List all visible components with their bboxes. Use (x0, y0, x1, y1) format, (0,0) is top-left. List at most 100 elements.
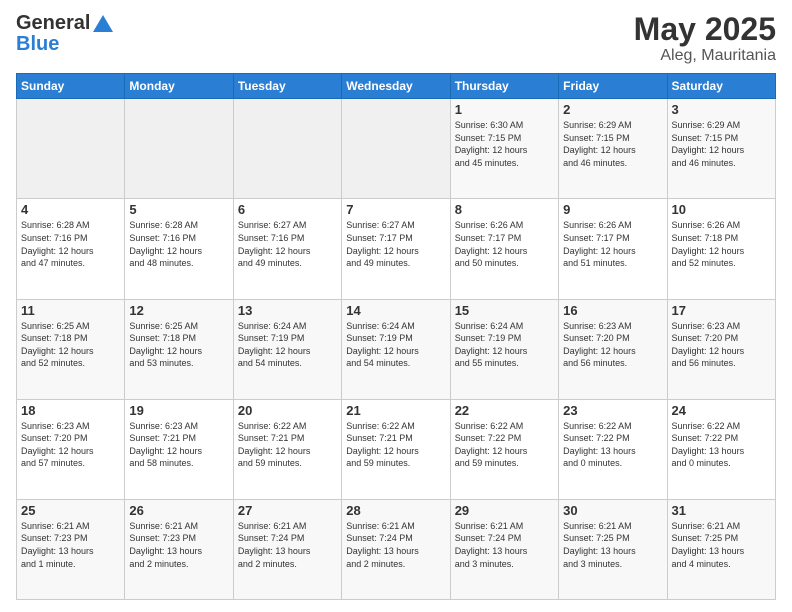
day-info: Sunrise: 6:29 AM Sunset: 7:15 PM Dayligh… (672, 119, 771, 169)
calendar-cell (342, 99, 450, 199)
day-number: 28 (346, 503, 445, 518)
day-number: 4 (21, 202, 120, 217)
day-number: 1 (455, 102, 554, 117)
day-info: Sunrise: 6:21 AM Sunset: 7:24 PM Dayligh… (346, 520, 445, 570)
day-info: Sunrise: 6:25 AM Sunset: 7:18 PM Dayligh… (21, 320, 120, 370)
day-info: Sunrise: 6:22 AM Sunset: 7:22 PM Dayligh… (563, 420, 662, 470)
day-of-week-header: Monday (125, 74, 233, 99)
calendar-week-row: 11 Sunrise: 6:25 AM Sunset: 7:18 PM Dayli… (17, 299, 776, 399)
calendar-cell: 10 Sunrise: 6:26 AM Sunset: 7:18 PM Dayli… (667, 199, 775, 299)
calendar-cell: 6 Sunrise: 6:27 AM Sunset: 7:16 PM Daylig… (233, 199, 341, 299)
day-number: 31 (672, 503, 771, 518)
calendar-cell: 9 Sunrise: 6:26 AM Sunset: 7:17 PM Daylig… (559, 199, 667, 299)
day-number: 6 (238, 202, 337, 217)
calendar-cell (125, 99, 233, 199)
day-info: Sunrise: 6:26 AM Sunset: 7:18 PM Dayligh… (672, 219, 771, 269)
day-info: Sunrise: 6:22 AM Sunset: 7:22 PM Dayligh… (455, 420, 554, 470)
day-info: Sunrise: 6:28 AM Sunset: 7:16 PM Dayligh… (21, 219, 120, 269)
day-info: Sunrise: 6:23 AM Sunset: 7:20 PM Dayligh… (563, 320, 662, 370)
day-info: Sunrise: 6:23 AM Sunset: 7:20 PM Dayligh… (21, 420, 120, 470)
calendar-header: SundayMondayTuesdayWednesdayThursdayFrid… (17, 74, 776, 99)
calendar-cell: 20Sunrise: 6:22 AM Sunset: 7:21 PM Dayli… (233, 399, 341, 499)
calendar-cell: 2Sunrise: 6:29 AM Sunset: 7:15 PM Daylig… (559, 99, 667, 199)
calendar-week-row: 25Sunrise: 6:21 AM Sunset: 7:23 PM Dayli… (17, 499, 776, 599)
day-info: Sunrise: 6:21 AM Sunset: 7:25 PM Dayligh… (563, 520, 662, 570)
day-number: 15 (455, 303, 554, 318)
title-block: May 2025 Aleg, Mauritania (634, 12, 776, 65)
day-info: Sunrise: 6:24 AM Sunset: 7:19 PM Dayligh… (455, 320, 554, 370)
calendar-cell: 22 Sunrise: 6:22 AM Sunset: 7:22 PM Dayli… (450, 399, 558, 499)
day-number: 14 (346, 303, 445, 318)
day-number: 12 (129, 303, 228, 318)
day-number: 17 (672, 303, 771, 318)
day-number: 23 (563, 403, 662, 418)
header-row: SundayMondayTuesdayWednesdayThursdayFrid… (17, 74, 776, 99)
day-number: 11 (21, 303, 120, 318)
logo: General Blue (16, 12, 114, 56)
day-number: 21 (346, 403, 445, 418)
day-number: 2 (563, 102, 662, 117)
page: General Blue May 2025 Aleg, Mauritania S… (0, 0, 792, 612)
calendar-cell: 24 Sunrise: 6:22 AM Sunset: 7:22 PM Dayli… (667, 399, 775, 499)
day-number: 7 (346, 202, 445, 217)
day-number: 19 (129, 403, 228, 418)
day-info: Sunrise: 6:28 AM Sunset: 7:16 PM Dayligh… (129, 219, 228, 269)
calendar-cell: 5Sunrise: 6:28 AM Sunset: 7:16 PM Daylig… (125, 199, 233, 299)
day-number: 30 (563, 503, 662, 518)
day-number: 22 (455, 403, 554, 418)
day-info: Sunrise: 6:30 AM Sunset: 7:15 PM Dayligh… (455, 119, 554, 169)
day-number: 18 (21, 403, 120, 418)
day-info: Sunrise: 6:21 AM Sunset: 7:25 PM Dayligh… (672, 520, 771, 570)
day-info: Sunrise: 6:27 AM Sunset: 7:16 PM Dayligh… (238, 219, 337, 269)
logo-general-text: General (16, 12, 90, 35)
calendar-cell: 31 Sunrise: 6:21 AM Sunset: 7:25 PM Dayli… (667, 499, 775, 599)
day-of-week-header: Thursday (450, 74, 558, 99)
day-number: 9 (563, 202, 662, 217)
day-number: 29 (455, 503, 554, 518)
calendar-cell: 14 Sunrise: 6:24 AM Sunset: 7:19 PM Dayli… (342, 299, 450, 399)
day-info: Sunrise: 6:26 AM Sunset: 7:17 PM Dayligh… (455, 219, 554, 269)
calendar-cell (233, 99, 341, 199)
calendar-cell: 7 Sunrise: 6:27 AM Sunset: 7:17 PM Daylig… (342, 199, 450, 299)
calendar-cell (17, 99, 125, 199)
calendar-week-row: 4 Sunrise: 6:28 AM Sunset: 7:16 PM Daylig… (17, 199, 776, 299)
day-info: Sunrise: 6:27 AM Sunset: 7:17 PM Dayligh… (346, 219, 445, 269)
calendar-cell: 26Sunrise: 6:21 AM Sunset: 7:23 PM Dayli… (125, 499, 233, 599)
day-number: 16 (563, 303, 662, 318)
calendar-week-row: 1 Sunrise: 6:30 AM Sunset: 7:15 PM Daylig… (17, 99, 776, 199)
day-info: Sunrise: 6:22 AM Sunset: 7:22 PM Dayligh… (672, 420, 771, 470)
day-number: 8 (455, 202, 554, 217)
logo-icon (92, 14, 114, 34)
calendar-cell: 23 Sunrise: 6:22 AM Sunset: 7:22 PM Dayli… (559, 399, 667, 499)
day-number: 10 (672, 202, 771, 217)
calendar-cell: 29 Sunrise: 6:21 AM Sunset: 7:24 PM Dayli… (450, 499, 558, 599)
day-of-week-header: Saturday (667, 74, 775, 99)
calendar-cell: 30 Sunrise: 6:21 AM Sunset: 7:25 PM Dayli… (559, 499, 667, 599)
day-info: Sunrise: 6:24 AM Sunset: 7:19 PM Dayligh… (346, 320, 445, 370)
calendar-body: 1 Sunrise: 6:30 AM Sunset: 7:15 PM Daylig… (17, 99, 776, 600)
calendar-cell: 17 Sunrise: 6:23 AM Sunset: 7:20 PM Dayli… (667, 299, 775, 399)
calendar-cell: 19Sunrise: 6:23 AM Sunset: 7:21 PM Dayli… (125, 399, 233, 499)
day-info: Sunrise: 6:26 AM Sunset: 7:17 PM Dayligh… (563, 219, 662, 269)
day-of-week-header: Wednesday (342, 74, 450, 99)
day-number: 24 (672, 403, 771, 418)
day-info: Sunrise: 6:22 AM Sunset: 7:21 PM Dayligh… (238, 420, 337, 470)
calendar-cell: 16 Sunrise: 6:23 AM Sunset: 7:20 PM Dayli… (559, 299, 667, 399)
location-title: Aleg, Mauritania (634, 47, 776, 65)
calendar-cell: 8 Sunrise: 6:26 AM Sunset: 7:17 PM Daylig… (450, 199, 558, 299)
calendar-cell: 21Sunrise: 6:22 AM Sunset: 7:21 PM Dayli… (342, 399, 450, 499)
day-number: 13 (238, 303, 337, 318)
calendar-cell: 13Sunrise: 6:24 AM Sunset: 7:19 PM Dayli… (233, 299, 341, 399)
month-title: May 2025 (634, 12, 776, 47)
day-number: 25 (21, 503, 120, 518)
logo-blue-text: Blue (16, 33, 59, 56)
day-info: Sunrise: 6:23 AM Sunset: 7:20 PM Dayligh… (672, 320, 771, 370)
day-info: Sunrise: 6:25 AM Sunset: 7:18 PM Dayligh… (129, 320, 228, 370)
day-of-week-header: Sunday (17, 74, 125, 99)
calendar-cell: 3 Sunrise: 6:29 AM Sunset: 7:15 PM Daylig… (667, 99, 775, 199)
day-number: 3 (672, 102, 771, 117)
calendar-cell: 11 Sunrise: 6:25 AM Sunset: 7:18 PM Dayli… (17, 299, 125, 399)
day-of-week-header: Friday (559, 74, 667, 99)
day-info: Sunrise: 6:21 AM Sunset: 7:24 PM Dayligh… (455, 520, 554, 570)
day-info: Sunrise: 6:21 AM Sunset: 7:24 PM Dayligh… (238, 520, 337, 570)
